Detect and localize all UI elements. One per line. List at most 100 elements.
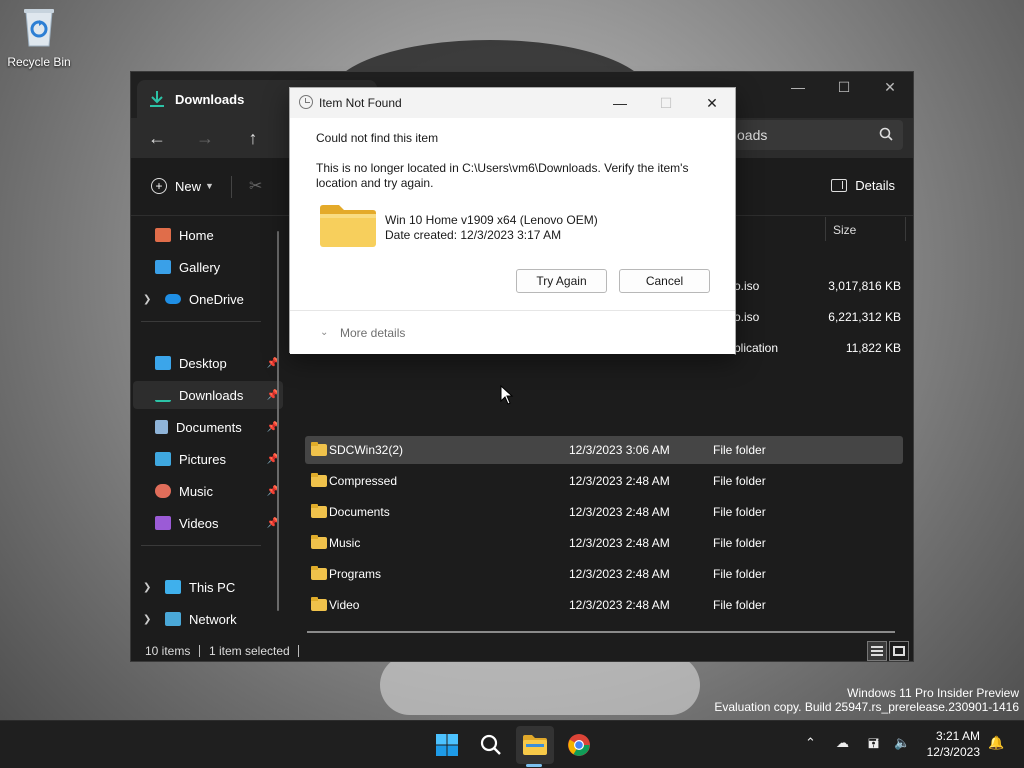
column-size[interactable]: Size <box>833 223 856 237</box>
taskbar-time[interactable]: 3:21 AM <box>936 729 980 743</box>
sidebar-item-videos[interactable]: Videos 📌 <box>133 509 283 537</box>
network-icon[interactable]: 🖬 <box>868 735 879 757</box>
search-text: oads <box>737 127 768 143</box>
file-name: Programs <box>329 567 382 581</box>
item-count: 10 items <box>145 644 191 658</box>
watermark-line: Windows 11 Pro Insider Preview <box>847 686 1019 700</box>
notification-bell-icon[interactable]: 🔔 <box>988 735 1004 751</box>
close-icon[interactable]: ✕ <box>867 72 913 102</box>
sidebar-item-label: This PC <box>189 579 236 595</box>
chevron-right-icon[interactable]: ❯ <box>143 614 155 625</box>
chrome-icon <box>568 734 590 756</box>
navigation-pane: Home Gallery ❯ OneDrive Desktop 📌 Downlo… <box>131 217 289 637</box>
sidebar-item-home[interactable]: Home <box>133 221 283 249</box>
home-icon <box>155 228 171 242</box>
gallery-icon <box>155 260 171 274</box>
table-row[interactable]: Video 12/3/2023 2:48 AM File folder <box>305 591 903 619</box>
details-view-button[interactable] <box>867 641 887 661</box>
table-row[interactable]: SDCWin32(2) 12/3/2023 3:06 AM File folde… <box>305 436 903 464</box>
file-name: o.iso <box>734 279 760 293</box>
dialog-heading: Could not find this item <box>316 131 439 145</box>
table-row[interactable]: Music 12/3/2023 2:48 AM File folder <box>305 529 903 557</box>
sidebar-item-onedrive[interactable]: ❯ OneDrive <box>133 285 283 313</box>
try-again-button[interactable]: Try Again <box>516 269 607 293</box>
folder-icon <box>311 535 327 549</box>
sidebar-item-documents[interactable]: Documents 📌 <box>133 413 283 441</box>
taskbar-search-button[interactable] <box>472 726 510 764</box>
sidebar-item-label: Network <box>189 611 237 627</box>
sidebar-scrollbar[interactable] <box>277 231 279 611</box>
forward-arrow-icon[interactable]: → <box>189 124 221 152</box>
folder-icon <box>311 597 327 611</box>
file-size: 11,822 KB <box>845 341 901 355</box>
table-row[interactable]: Programs 12/3/2023 2:48 AM File folder <box>305 560 903 588</box>
sidebar-item-music[interactable]: Music 📌 <box>133 477 283 505</box>
file-date: 12/3/2023 2:48 AM <box>569 505 670 519</box>
maximize-icon: ☐ <box>659 94 673 111</box>
tiles-view-button[interactable] <box>889 641 909 661</box>
cut-icon[interactable]: ✂ <box>249 176 262 196</box>
status-divider <box>199 645 200 657</box>
maximize-icon[interactable]: ☐ <box>821 72 867 102</box>
file-name: Compressed <box>329 474 398 488</box>
plus-icon: + <box>151 178 167 194</box>
up-arrow-icon[interactable]: ↑ <box>237 124 269 152</box>
toolbar-divider <box>231 176 232 198</box>
close-icon[interactable]: ✕ <box>689 88 735 118</box>
chevron-down-icon[interactable]: ⌄ <box>320 327 328 338</box>
file-date: 12/3/2023 2:48 AM <box>569 598 670 612</box>
volume-muted-icon[interactable]: 🔈 <box>894 735 910 751</box>
network-icon <box>165 612 181 626</box>
start-button[interactable] <box>428 726 466 764</box>
sidebar-divider <box>141 321 261 322</box>
sidebar-item-gallery[interactable]: Gallery <box>133 253 283 281</box>
taskbar-chrome[interactable] <box>560 726 598 764</box>
file-type: File folder <box>713 567 766 581</box>
horizontal-scrollbar[interactable] <box>307 631 895 633</box>
onedrive-icon <box>165 294 181 304</box>
sidebar-item-label: Videos <box>179 515 219 531</box>
table-row[interactable]: Compressed 12/3/2023 2:48 AM File folder <box>305 467 903 495</box>
sidebar-item-desktop[interactable]: Desktop 📌 <box>133 349 283 377</box>
file-date: 12/3/2023 2:48 AM <box>569 474 670 488</box>
sidebar-item-label: Desktop <box>179 355 227 371</box>
dialog-title: Item Not Found <box>319 96 402 110</box>
chevron-right-icon[interactable]: ❯ <box>143 294 155 305</box>
minimize-icon[interactable]: — <box>597 88 643 118</box>
file-type: File folder <box>713 598 766 612</box>
dialog-item-name: Win 10 Home v1909 x64 (Lenovo OEM) <box>385 213 598 227</box>
sidebar-item-this-pc[interactable]: ❯ This PC <box>133 573 283 601</box>
taskbar-date[interactable]: 12/3/2023 <box>927 745 980 759</box>
sidebar-item-downloads[interactable]: Downloads 📌 <box>133 381 283 409</box>
tab-title: Downloads <box>175 91 245 107</box>
folder-icon <box>311 504 327 518</box>
sidebar-item-label: Downloads <box>179 387 244 403</box>
sidebar-item-label: Music <box>179 483 213 499</box>
status-divider <box>298 645 299 657</box>
search-icon <box>480 734 501 755</box>
sidebar-item-pictures[interactable]: Pictures 📌 <box>133 445 283 473</box>
dialog-item-date: Date created: 12/3/2023 3:17 AM <box>385 228 562 242</box>
cancel-button[interactable]: Cancel <box>619 269 710 293</box>
desktop-icon-recycle-bin[interactable]: Recycle Bin <box>4 6 74 69</box>
search-input[interactable]: oads <box>727 120 903 150</box>
file-name: Documents <box>329 505 390 519</box>
folder-icon <box>311 566 327 580</box>
file-explorer-icon <box>523 735 547 755</box>
column-divider <box>825 217 826 241</box>
back-arrow-icon[interactable]: ← <box>141 124 173 152</box>
taskbar: ⌃ ☁ 🖬 🔈 3:21 AM 12/3/2023 🔔 <box>0 720 1024 768</box>
chevron-down-icon: ▼ <box>205 181 214 191</box>
taskbar-file-explorer[interactable] <box>516 726 554 764</box>
column-divider <box>905 217 906 241</box>
chevron-right-icon[interactable]: ❯ <box>143 582 155 593</box>
show-hidden-icons-chevron-icon[interactable]: ⌃ <box>805 735 816 751</box>
minimize-icon[interactable]: — <box>775 72 821 102</box>
file-name: Video <box>329 598 360 612</box>
sidebar-item-network[interactable]: ❯ Network <box>133 605 283 633</box>
onedrive-offline-icon[interactable]: ☁ <box>836 735 849 751</box>
new-button[interactable]: + New ▼ <box>151 178 214 194</box>
more-details-link[interactable]: More details <box>340 326 405 340</box>
table-row[interactable]: Documents 12/3/2023 2:48 AM File folder <box>305 498 903 526</box>
details-button[interactable]: Details <box>831 178 895 193</box>
